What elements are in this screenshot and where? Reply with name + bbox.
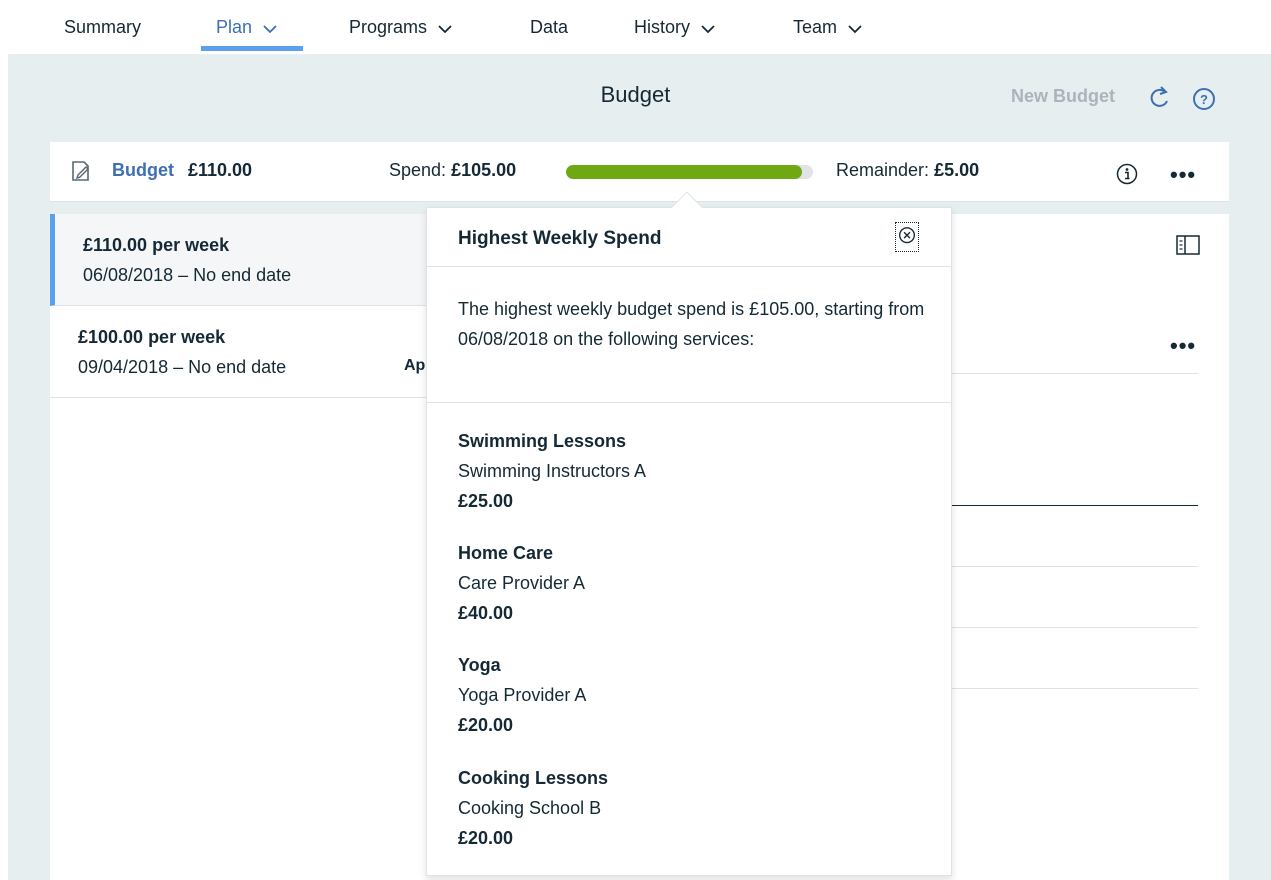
chevron-down-icon [701,25,715,34]
tab-label: Team [793,16,838,37]
divider [427,402,951,403]
help-icon[interactable]: ? [1192,87,1216,111]
budget-link[interactable]: Budget [112,160,174,181]
service-provider: Swimming Instructors A [458,461,647,481]
service-item: Cooking Lessons Cooking School B £20.00 [458,763,928,853]
remainder-summary: Remainder: £5.00 [836,160,979,181]
chevron-down-icon [438,25,452,34]
service-cost: £40.00 [458,603,514,623]
spend-progress-bar [566,165,813,179]
chevron-down-icon [263,25,277,34]
service-cost: £20.00 [458,715,514,735]
tab-label: Data [530,16,569,37]
service-name: Yoga [458,655,501,675]
divider [427,266,951,267]
budget-amount: £110.00 [188,160,253,180]
info-icon[interactable] [1116,163,1138,185]
tab-history[interactable]: History [634,0,716,54]
budget-item-title: £100.00 per week [78,327,226,347]
refresh-icon[interactable] [1148,84,1172,110]
divider [952,505,1198,506]
divider [952,627,1198,628]
service-item: Home Care Care Provider A £40.00 [458,538,928,628]
close-icon[interactable] [895,222,919,252]
panel-toggle-icon[interactable] [1176,235,1200,255]
new-budget-button[interactable]: New Budget [1011,86,1115,107]
service-provider: Yoga Provider A [458,685,587,705]
tab-label: History [634,16,691,37]
popover-description: The highest weekly budget spend is £105.… [458,299,925,349]
remainder-label: Remainder: [836,160,930,180]
budget-item-dates: 06/08/2018 – No end date [83,265,292,285]
spend-summary: Spend: £105.00 [389,160,516,181]
top-navigation: Summary Plan Programs Data History Team [0,0,1271,54]
budget-item-title: £110.00 per week [83,235,230,255]
detail-overflow-menu-button[interactable]: ••• [1170,333,1196,359]
budget-overflow-menu-button[interactable]: ••• [1170,162,1196,188]
active-tab-indicator [201,46,303,51]
tab-label: Programs [349,16,428,37]
divider [952,373,1198,374]
service-name: Swimming Lessons [458,431,627,451]
spend-amount: £105.00 [451,160,517,180]
service-provider: Cooking School B [458,798,602,818]
spend-label: Spend: [389,160,447,180]
chevron-down-icon [848,25,862,34]
service-item: Yoga Yoga Provider A £20.00 [458,650,928,740]
tab-programs[interactable]: Programs [349,0,453,54]
tab-summary[interactable]: Summary [64,0,141,54]
divider [952,688,1198,689]
service-provider: Care Provider A [458,573,586,593]
service-name: Cooking Lessons [458,768,609,788]
service-cost: £20.00 [458,828,514,848]
svg-text:?: ? [1200,92,1208,107]
spend-progress-fill [566,165,802,179]
remainder-amount: £5.00 [934,160,980,180]
popover-title: Highest Weekly Spend [458,228,662,249]
budget-item-status: Ap [404,357,426,374]
budget-item-dates: 09/04/2018 – No end date [78,357,287,377]
tab-data[interactable]: Data [530,0,568,54]
tab-label: Summary [64,16,142,37]
service-item: Swimming Lessons Swimming Instructors A … [458,426,928,516]
service-name: Home Care [458,543,554,563]
tab-label: Plan [216,16,253,37]
service-cost: £25.00 [458,491,514,511]
divider [952,566,1198,567]
tab-team[interactable]: Team [793,0,863,54]
edit-icon[interactable] [70,159,92,183]
